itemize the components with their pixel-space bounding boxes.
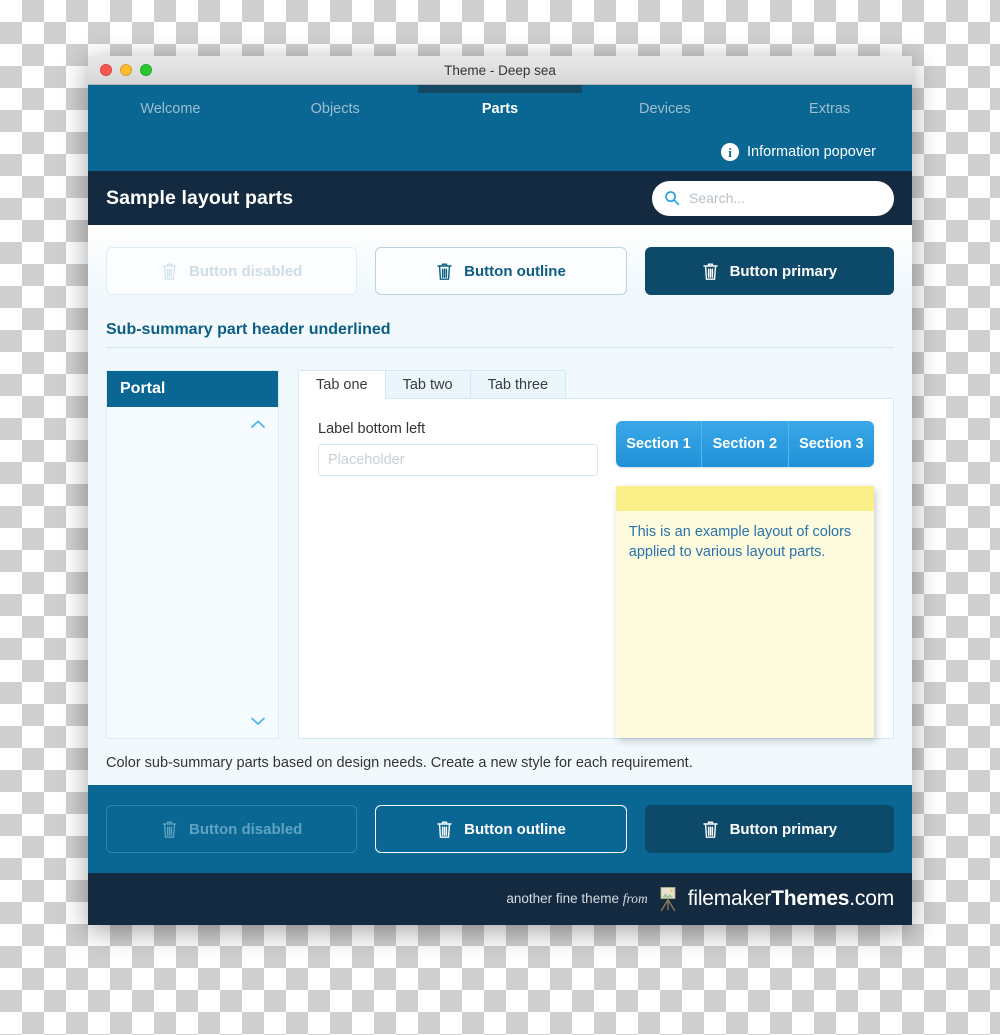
page-title: Sample layout parts (106, 186, 294, 209)
button-primary-bottom[interactable]: Button primary (644, 805, 894, 853)
nav-tab-devices[interactable]: Devices (582, 85, 747, 133)
nav-tab-objects[interactable]: Objects (253, 85, 418, 133)
segment-label: Section 2 (712, 436, 778, 452)
credits-from: from (622, 891, 648, 906)
page-body: Button disabled Button outline Button pr… (88, 225, 912, 785)
trash-icon (162, 821, 177, 838)
brand-tld: .com (849, 887, 894, 910)
trash-icon (702, 821, 718, 838)
search-icon (665, 191, 680, 206)
primary-navbar: Welcome Objects Parts Devices Extras i I… (88, 85, 912, 171)
button-label: Button disabled (189, 820, 303, 838)
information-popover-label: Information popover (747, 144, 876, 160)
easel-icon (660, 887, 676, 912)
chevron-down-icon[interactable] (250, 716, 266, 726)
info-circle-icon: i (721, 143, 740, 161)
search-placeholder: Search... (689, 190, 746, 206)
trash-icon (702, 263, 718, 280)
field-label: Label bottom left (318, 421, 426, 437)
trash-icon (437, 263, 452, 280)
portal-body[interactable] (107, 407, 278, 738)
brand-bold: Themes (771, 887, 850, 910)
button-primary-top[interactable]: Button primary (644, 247, 894, 295)
button-disabled-top: Button disabled (106, 247, 358, 295)
nav-tab-welcome[interactable]: Welcome (88, 85, 253, 133)
tab-panel-left-column: Label bottom left Placeholder (318, 421, 598, 738)
text-input-field[interactable]: Placeholder (318, 444, 598, 476)
nav-tab-label: Parts (481, 101, 519, 117)
portal-panel: Portal (106, 370, 279, 739)
segmented-control: Section 1 Section 2 Section 3 (615, 421, 874, 467)
brand-logo: filemakerThemes.com (688, 887, 894, 911)
portal-title: Portal (107, 371, 278, 407)
app-window: Theme - Deep sea Welcome Objects Parts D… (88, 56, 912, 925)
brand-light: filemaker (687, 887, 772, 910)
top-button-row: Button disabled Button outline Button pr… (106, 225, 894, 295)
information-popover-button[interactable]: i Information popover (88, 133, 912, 171)
tab-strip: Tab one Tab two Tab three (298, 370, 894, 399)
page-header: Sample layout parts Search... (88, 171, 912, 225)
button-label: Button outline (464, 262, 566, 280)
segment-section-2[interactable]: Section 2 (702, 421, 789, 467)
button-label: Button primary (729, 262, 838, 280)
note-panel-text: This is an example layout of colors appl… (628, 524, 852, 560)
button-outline-top[interactable]: Button outline (375, 247, 627, 295)
button-outline-bottom[interactable]: Button outline (375, 805, 627, 853)
search-input[interactable]: Search... (652, 180, 894, 216)
nav-tab-parts[interactable]: Parts (417, 85, 583, 133)
credits-text: another fine theme from (506, 891, 647, 907)
content-columns: Portal Tab one Tab two Tab three Label b… (106, 370, 894, 739)
nav-tab-extras[interactable]: Extras (747, 85, 912, 133)
nav-tab-label: Welcome (140, 101, 201, 117)
button-label: Button primary (729, 820, 838, 838)
segment-section-1[interactable]: Section 1 (615, 421, 703, 467)
segment-label: Section 1 (626, 436, 691, 452)
note-panel-header-band (615, 486, 874, 511)
segment-section-3[interactable]: Section 3 (788, 421, 874, 467)
bottom-button-row: Button disabled Button outline Button pr… (106, 805, 894, 853)
tab-panel-right-column: Section 1 Section 2 Section 3 This is an… (615, 421, 874, 738)
button-label: Button outline (464, 820, 566, 838)
trash-icon (162, 263, 177, 280)
tab-label: Tab two (402, 377, 453, 393)
sub-summary-header: Sub-summary part header underlined (106, 321, 894, 348)
note-panel: This is an example layout of colors appl… (615, 486, 874, 738)
tab-label: Tab three (487, 377, 549, 393)
button-label: Button disabled (189, 262, 303, 280)
nav-tab-label: Extras (809, 101, 851, 117)
segment-label: Section 3 (799, 436, 864, 452)
credits-bar: another fine theme from filemakerThemes.… (88, 873, 912, 925)
trash-icon (437, 821, 452, 838)
text-input-placeholder: Placeholder (328, 452, 405, 468)
nav-tab-label: Devices (639, 101, 691, 117)
tab-panel-content: Label bottom left Placeholder Section 1 … (298, 398, 894, 739)
button-disabled-bottom: Button disabled (106, 805, 358, 853)
footer-toolbar: Button disabled Button outline Button pr… (88, 785, 912, 873)
footer-caption: Color sub-summary parts based on design … (106, 755, 693, 771)
tab-two[interactable]: Tab two (385, 370, 471, 399)
window-title: Theme - Deep sea (444, 62, 556, 78)
tab-three[interactable]: Tab three (470, 370, 567, 399)
nav-tab-label: Objects (310, 101, 360, 117)
credits-prefix: another fine theme (506, 891, 623, 906)
nav-tab-list: Welcome Objects Parts Devices Extras (88, 85, 912, 133)
tab-control: Tab one Tab two Tab three Label bottom l… (298, 370, 894, 739)
window-titlebar: Theme - Deep sea (88, 56, 912, 85)
tab-label: Tab one (316, 376, 368, 393)
chevron-up-icon[interactable] (250, 419, 266, 429)
tab-one[interactable]: Tab one (298, 370, 386, 399)
